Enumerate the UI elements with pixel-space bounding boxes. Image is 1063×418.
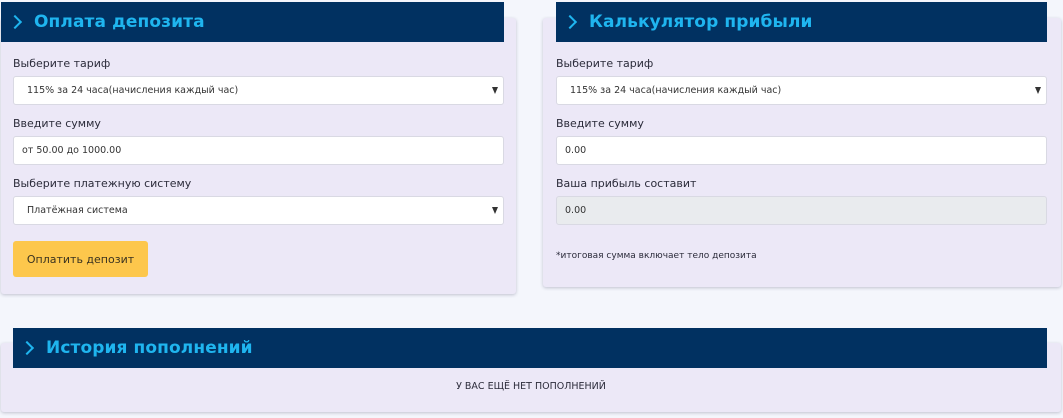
calculator-amount-label: Введите сумму [556,117,644,130]
history-card-header: История пополнений [13,328,1047,368]
caret-down-icon [492,87,498,94]
calculator-profit-label: Ваша прибыль составит [556,177,697,190]
deposit-payment-select[interactable]: Платёжная система [13,196,504,225]
deposit-tariff-select[interactable]: 115% за 24 часа(начисления каждый час) [13,76,504,105]
calculator-note: *итоговая сумма включает тело депозита [556,251,757,261]
caret-down-icon [492,207,498,214]
pay-deposit-button[interactable]: Оплатить депозит [13,241,148,277]
calculator-tariff-label: Выберите тариф [556,57,654,70]
chevron-right-icon [7,14,23,30]
calculator-amount-input[interactable]: 0.00 [556,136,1047,165]
calculator-profit-value: 0.00 [565,205,587,216]
deposit-amount-input[interactable]: от 50.00 до 1000.00 [13,136,504,165]
calculator-title: Калькулятор прибыли [589,12,813,32]
history-title: История пополнений [46,338,253,358]
deposit-title: Оплата депозита [34,12,205,32]
deposit-amount-label: Введите сумму [13,117,101,130]
caret-down-icon [1035,87,1041,94]
deposit-payment-value: Платёжная система [27,205,128,216]
deposit-tariff-value: 115% за 24 часа(начисления каждый час) [27,85,239,96]
calculator-tariff-select[interactable]: 115% за 24 часа(начисления каждый час) [556,76,1047,105]
chevron-right-icon [19,340,35,356]
calculator-amount-value: 0.00 [565,145,587,156]
history-empty-text: У ВАС ЕЩЁ НЕТ ПОПОЛНЕНИЙ [456,381,606,392]
deposit-amount-placeholder: от 50.00 до 1000.00 [22,145,122,156]
deposit-tariff-label: Выберите тариф [13,57,111,70]
calculator-tariff-value: 115% за 24 часа(начисления каждый час) [570,85,782,96]
deposit-payment-label: Выберите платежную систему [13,177,192,190]
deposit-card-header: Оплата депозита [1,2,504,42]
calculator-profit-output: 0.00 [556,196,1047,225]
chevron-right-icon [562,14,578,30]
calculator-card-header: Калькулятор прибыли [556,2,1047,42]
